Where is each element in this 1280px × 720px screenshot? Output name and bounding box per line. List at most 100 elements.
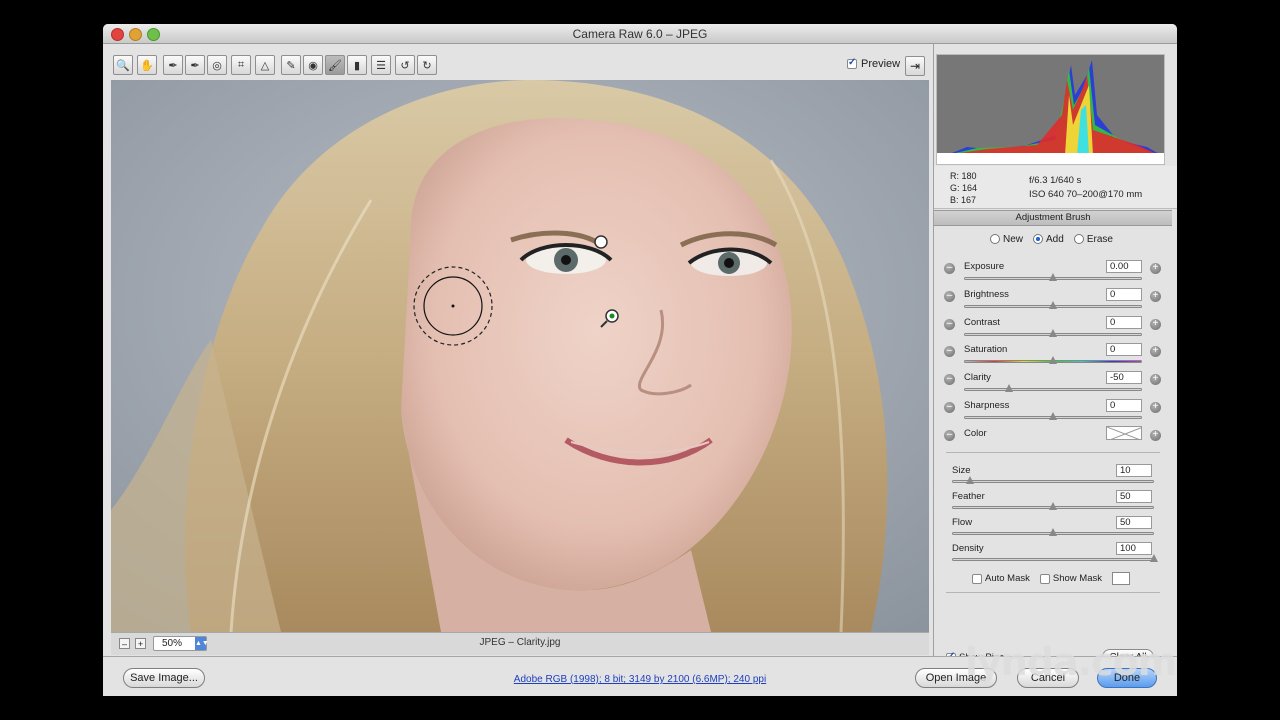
feather-slider-thumb[interactable]	[1049, 502, 1057, 510]
feather-label: Feather	[952, 491, 985, 502]
density-value-field[interactable]: 100	[1116, 542, 1152, 555]
workflow-options-link[interactable]: Adobe RGB (1998); 8 bit; 3149 by 2100 (6…	[403, 674, 877, 685]
exposure-plus-button[interactable]: +	[1150, 263, 1161, 274]
brightness-value-field[interactable]: 0	[1106, 288, 1142, 301]
zoom-tool-button[interactable]: 🔍	[113, 55, 133, 75]
file-name-label: JPEG – Clarity.jpg	[479, 637, 561, 648]
photo-preview	[111, 80, 929, 632]
sharpness-label: Sharpness	[964, 400, 1010, 411]
clarity-slider-thumb[interactable]	[1004, 384, 1013, 392]
show-mask-checkbox[interactable]	[1039, 573, 1050, 584]
rotate-right-button[interactable]: ↻	[417, 55, 437, 75]
mask-color-swatch[interactable]	[1112, 572, 1130, 585]
clarity-row: – Clarity -50 +	[944, 371, 1164, 400]
white-balance-tool-button[interactable]: ✒	[163, 55, 183, 75]
sharpness-row: – Sharpness 0 +	[944, 399, 1164, 428]
contrast-slider-thumb[interactable]	[1049, 329, 1057, 337]
sharpness-plus-button[interactable]: +	[1150, 402, 1161, 413]
spot-removal-tool-button[interactable]: ✎	[281, 55, 301, 75]
brightness-row: – Brightness 0 +	[944, 288, 1164, 317]
preview-toggle[interactable]: Preview	[847, 57, 900, 70]
flow-row: Flow 50	[952, 516, 1162, 543]
targeted-adjustment-tool-icon: ◎	[212, 59, 222, 72]
saturation-plus-button[interactable]: +	[1150, 346, 1161, 357]
hand-tool-button[interactable]: ✋	[137, 55, 157, 75]
clarity-label: Clarity	[964, 372, 991, 383]
brightness-slider-thumb[interactable]	[1049, 301, 1057, 309]
color-sampler-tool-icon: ✒	[190, 59, 200, 72]
sharpness-slider-thumb[interactable]	[1049, 412, 1057, 420]
mode-new-radio[interactable]: New	[990, 234, 1023, 245]
contrast-minus-button[interactable]: –	[944, 319, 955, 330]
clarity-plus-button[interactable]: +	[1150, 374, 1161, 385]
color-minus-button[interactable]: –	[944, 430, 955, 441]
rotate-right-icon: ↻	[422, 59, 432, 72]
aperture-shutter: f/6.3 1/640 s	[1029, 175, 1082, 186]
size-slider[interactable]	[952, 480, 1154, 483]
camera-raw-window: Camera Raw 6.0 – JPEG 🔍 ✋ ✒ ✒ ◎ ⌗ △ ✎ ◉ 🖌 ▮ ☰ ↺ ↻ Pre…	[103, 24, 1177, 696]
lynda-watermark: lynda.com	[965, 640, 1177, 684]
preferences-button[interactable]: ☰	[371, 55, 391, 75]
clarity-minus-button[interactable]: –	[944, 374, 955, 385]
right-panel: R: 180 G: 164 B: 167 f/6.3 1/640 s ISO 6…	[933, 44, 1177, 665]
auto-mask-checkbox[interactable]	[972, 573, 982, 584]
preview-checkbox[interactable]	[847, 57, 857, 69]
targeted-adjustment-tool-button[interactable]: ◎	[207, 55, 227, 75]
title-bar[interactable]: Camera Raw 6.0 – JPEG	[103, 24, 1177, 44]
density-row: Density 100	[952, 542, 1162, 569]
saturation-value-field[interactable]: 0	[1106, 343, 1142, 356]
sharpness-minus-button[interactable]: –	[944, 402, 955, 413]
color-plus-button[interactable]: +	[1150, 430, 1161, 441]
size-slider-thumb[interactable]	[966, 476, 975, 484]
size-value-field[interactable]: 10	[1116, 464, 1152, 477]
contrast-plus-button[interactable]: +	[1150, 319, 1161, 330]
density-slider-thumb[interactable]	[1150, 554, 1158, 562]
graduated-filter-icon: ▮	[353, 59, 361, 72]
histogram-graph	[937, 60, 1164, 155]
brightness-plus-button[interactable]: +	[1150, 291, 1161, 302]
adjustment-brush-button[interactable]: 🖌	[325, 55, 345, 75]
mode-add-radio[interactable]: Add	[1033, 234, 1064, 245]
color-sampler-tool-button[interactable]: ✒	[185, 55, 205, 75]
feather-value-field[interactable]: 50	[1116, 490, 1152, 503]
rgb-readout: R: 180 G: 164 B: 167 f/6.3 1/640 s ISO 6…	[934, 166, 1177, 209]
exposure-minus-button[interactable]: –	[944, 263, 955, 274]
preferences-icon: ☰	[376, 59, 386, 72]
radio-indicator[interactable]	[1073, 234, 1084, 245]
brightness-minus-button[interactable]: –	[944, 291, 955, 302]
auto-mask-toggle[interactable]: Auto Mask	[972, 573, 1030, 584]
color-swatch[interactable]	[1106, 426, 1142, 440]
sharpness-value-field[interactable]: 0	[1106, 399, 1142, 412]
mode-label: New	[1003, 234, 1024, 245]
full-screen-icon: ⇥	[909, 59, 921, 73]
straighten-tool-button[interactable]: △	[255, 55, 275, 75]
graduated-filter-button[interactable]: ▮	[347, 55, 367, 75]
image-canvas[interactable]	[111, 80, 929, 632]
contrast-value-field[interactable]: 0	[1106, 316, 1142, 329]
mode-erase-radio[interactable]: Erase	[1073, 234, 1113, 245]
radio-indicator[interactable]	[990, 234, 1000, 245]
saturation-minus-button[interactable]: –	[944, 346, 955, 357]
exposure-slider-thumb[interactable]	[1049, 273, 1057, 281]
show-mask-label: Show Mask	[1052, 573, 1102, 584]
full-screen-button[interactable]: ⇥	[905, 56, 925, 76]
rotate-left-button[interactable]: ↺	[395, 55, 415, 75]
density-slider[interactable]	[952, 558, 1154, 561]
red-eye-removal-button[interactable]: ◉	[303, 55, 323, 75]
clarity-value-field[interactable]: -50	[1106, 371, 1142, 384]
crop-tool-icon: ⌗	[237, 58, 245, 71]
exposure-value-field[interactable]: 0.00	[1106, 260, 1142, 273]
crop-tool-button[interactable]: ⌗	[231, 55, 251, 75]
toolbar: 🔍 ✋ ✒ ✒ ◎ ⌗ △ ✎ ◉ 🖌 ▮ ☰ ↺ ↻	[113, 54, 931, 78]
saturation-slider-thumb[interactable]	[1049, 356, 1057, 364]
flow-slider-thumb[interactable]	[1049, 528, 1057, 536]
clarity-slider[interactable]	[964, 388, 1142, 391]
density-label: Density	[952, 543, 984, 554]
blue-value: B: 167	[950, 195, 977, 205]
show-mask-toggle[interactable]: Show Mask	[1039, 573, 1102, 584]
flow-label: Flow	[952, 517, 973, 528]
radio-indicator[interactable]	[1033, 234, 1044, 245]
histogram	[936, 54, 1165, 165]
flow-value-field[interactable]: 50	[1116, 516, 1152, 529]
save-image-button[interactable]: Save Image...	[123, 668, 205, 688]
